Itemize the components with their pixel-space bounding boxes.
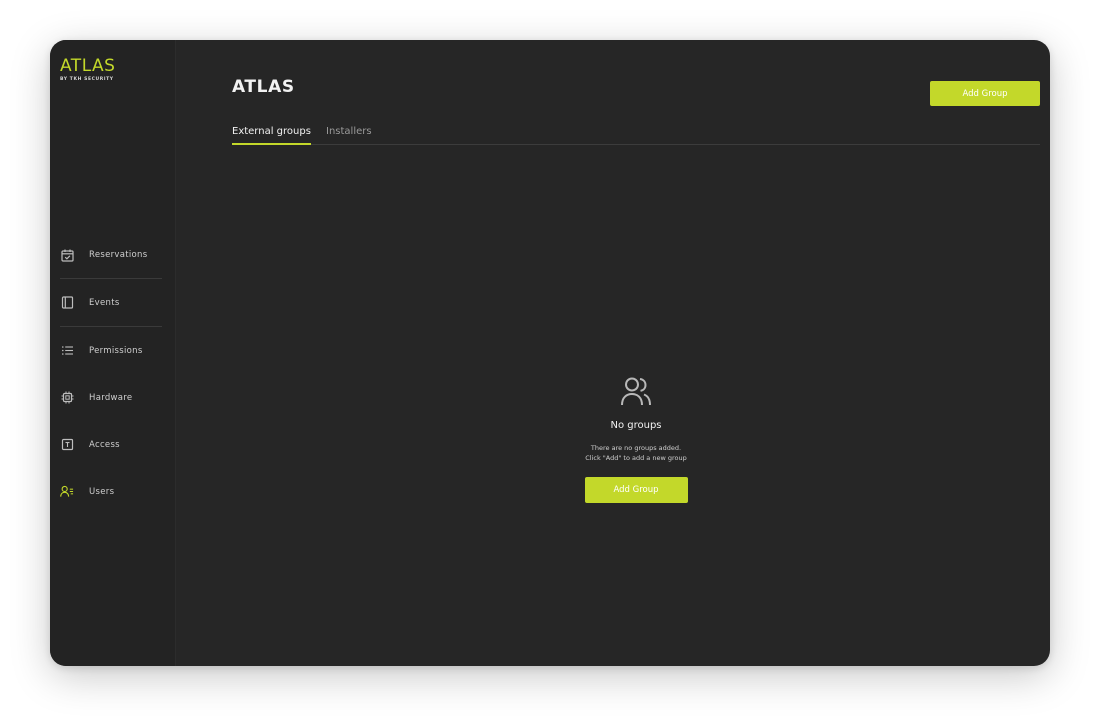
sidebar: ATLAS BY TKH SECURITY Reservations Event… bbox=[50, 40, 176, 666]
brand-logo[interactable]: ATLAS BY TKH SECURITY bbox=[60, 56, 115, 82]
empty-state-line: There are no groups added. bbox=[590, 444, 682, 452]
main-content: ATLAS Add Group External groups Installe… bbox=[232, 40, 1040, 666]
empty-state-add-group-button[interactable]: Add Group bbox=[584, 477, 688, 503]
sidebar-item-permissions[interactable]: Permissions bbox=[60, 327, 162, 374]
sidebar-item-label: Permissions bbox=[89, 345, 143, 356]
sidebar-item-label: Users bbox=[89, 486, 115, 497]
chip-icon bbox=[60, 391, 74, 405]
app-window: ATLAS BY TKH SECURITY Reservations Event… bbox=[50, 40, 1050, 666]
sidebar-item-reservations[interactable]: Reservations bbox=[60, 232, 162, 279]
sidebar-nav: Reservations Events Permissions Hardware… bbox=[60, 232, 162, 515]
empty-state-description: There are no groups added. Click "Add" t… bbox=[536, 443, 736, 463]
sidebar-item-events[interactable]: Events bbox=[60, 279, 162, 327]
sidebar-item-label: Events bbox=[89, 297, 120, 308]
calendar-check-icon bbox=[60, 248, 74, 262]
add-group-button[interactable]: Add Group bbox=[930, 81, 1040, 106]
sidebar-item-label: Access bbox=[89, 439, 120, 450]
users-icon bbox=[621, 377, 651, 406]
brand-tagline: BY TKH SECURITY bbox=[60, 77, 114, 82]
sidebar-item-access[interactable]: Access bbox=[60, 421, 162, 468]
sidebar-item-hardware[interactable]: Hardware bbox=[60, 374, 162, 421]
door-icon bbox=[60, 438, 74, 452]
page-title: ATLAS bbox=[232, 77, 295, 97]
empty-state-line: Click "Add" to add a new group bbox=[585, 454, 687, 462]
empty-state-title: No groups bbox=[610, 420, 662, 431]
tab-external-groups[interactable]: External groups bbox=[232, 126, 311, 145]
book-icon bbox=[60, 296, 74, 310]
sidebar-item-label: Hardware bbox=[89, 392, 133, 403]
users-icon bbox=[60, 485, 74, 499]
sidebar-item-label: Reservations bbox=[89, 250, 148, 260]
brand-name: ATLAS bbox=[60, 56, 116, 76]
tab-bar: External groups Installers bbox=[232, 126, 1040, 145]
empty-state: No groups There are no groups added. Cli… bbox=[536, 376, 736, 503]
list-icon bbox=[60, 344, 74, 358]
tab-installers[interactable]: Installers bbox=[326, 126, 372, 144]
sidebar-item-users[interactable]: Users bbox=[60, 468, 162, 515]
